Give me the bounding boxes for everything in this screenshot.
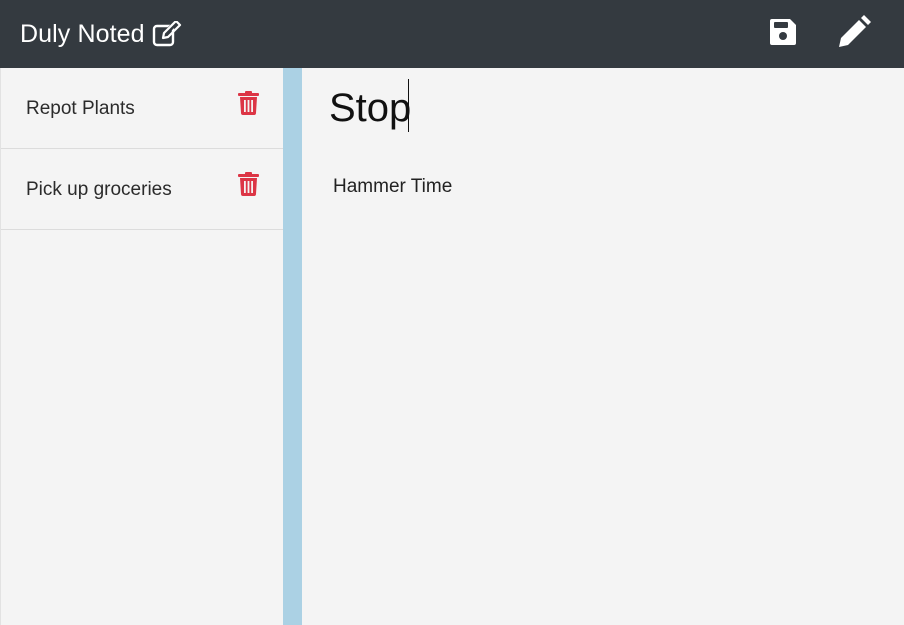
delete-note-button[interactable] [237,90,259,120]
edit-button[interactable] [834,14,874,54]
note-title: Pick up groceries [26,179,172,200]
note-editor: Hammer Time [302,68,904,625]
note-title-input[interactable] [329,82,889,134]
floppy-disk-icon [769,18,797,51]
delete-note-button[interactable] [237,171,259,201]
panel-divider[interactable] [283,68,302,625]
pen-to-square-icon [152,21,182,47]
navbar: Duly Noted [0,0,904,68]
note-list-item[interactable]: Repot Plants [1,68,283,149]
note-title: Repot Plants [26,98,135,119]
brand[interactable]: Duly Noted [20,0,182,68]
save-button[interactable] [763,14,803,54]
note-list-item[interactable]: Pick up groceries [1,149,283,230]
brand-title: Duly Noted [20,19,145,48]
text-cursor [408,79,409,132]
trash-icon [237,90,259,120]
trash-icon [237,171,259,201]
notes-sidebar: Repot Plants Pick up groceries [0,68,283,625]
note-body-textarea[interactable]: Hammer Time [333,176,893,596]
pencil-icon [837,14,871,54]
